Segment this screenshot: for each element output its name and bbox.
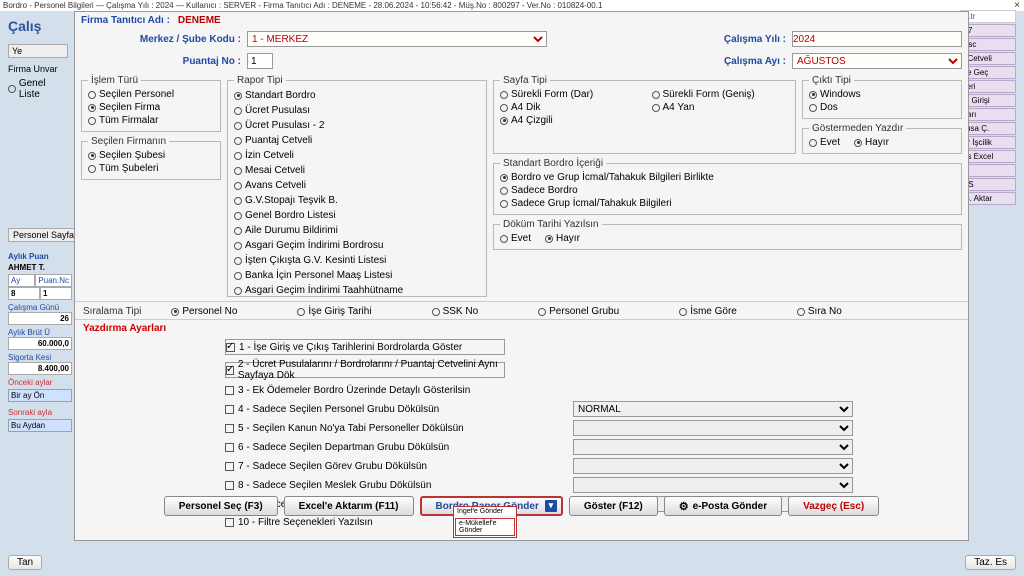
bordro-rapor-dialog: Firma Tanıtıcı Adı : DENEME Merkez / Şub… — [74, 11, 969, 541]
firma-sube-group: Seçilen Firmanın Seçilen ŞubesiTüm Şubel… — [81, 136, 221, 180]
puantaj-input[interactable] — [247, 53, 273, 69]
siralama-opt-0[interactable]: Personel No — [171, 306, 237, 317]
bg-data-panel: Aylık Puan AHMET T. AyPuan.Nc 81 Çalışma… — [8, 252, 72, 432]
yaz-check-6[interactable]: 6 - Sadece Seçilen Departman Grubu Dökül… — [225, 442, 565, 453]
sayfa-opt-3[interactable]: A4 Yan — [652, 102, 790, 113]
rapor-opt-4[interactable]: İzin Cetveli — [234, 149, 480, 162]
yaz-check-8[interactable]: 8 - Sadece Seçilen Meslek Grubu Dökülsün — [225, 480, 565, 491]
rapor-opt-9[interactable]: Aile Durumu Bildirimi — [234, 224, 480, 237]
rapor-opt-2[interactable]: Ücret Pusulası - 2 — [234, 119, 480, 132]
merkez-select[interactable]: 1 - MERKEZ — [247, 31, 547, 47]
firmasube-opt-0[interactable]: Seçilen Şubesi — [88, 150, 214, 161]
merkez-label: Merkez / Şube Kodu : — [81, 34, 241, 45]
yaz-select-6[interactable] — [573, 439, 853, 455]
rapor-opt-8[interactable]: Genel Bordro Listesi — [234, 209, 480, 222]
rapor-opt-10[interactable]: Asgari Geçim İndirimi Bordrosu — [234, 239, 480, 252]
yaz-select-7[interactable] — [573, 458, 853, 474]
rapor-opt-6[interactable]: Avans Cetveli — [234, 179, 480, 192]
islem-turu-group: İşlem Türü Seçilen PersonelSeçilen Firma… — [81, 75, 221, 132]
taz-button[interactable]: Taz. Es — [965, 555, 1016, 570]
rapor-opt-1[interactable]: Ücret Pusulası — [234, 104, 480, 117]
rapor-opt-13[interactable]: Asgari Geçim İndirimi Taahhütname — [234, 284, 480, 297]
icerik-group: Standart Bordro İçeriği Bordro ve Grup İ… — [493, 158, 962, 215]
icerik-opt-2[interactable]: Sadece Grup İcmal/Tahakuk Bilgileri — [500, 198, 955, 209]
rapor-opt-7[interactable]: G.V.Stopajı Teşvik B. — [234, 194, 480, 207]
cikti-opt-0[interactable]: Windows — [809, 89, 955, 100]
yil-input[interactable] — [792, 31, 962, 47]
rapor-opt-11[interactable]: İşten Çıkışta G.V. Kesinti Listesi — [234, 254, 480, 267]
goster-button[interactable]: Göster (F12) — [569, 496, 658, 516]
eposta-button[interactable]: e-Posta Gönder — [664, 496, 782, 516]
yaz-check-7[interactable]: 7 - Sadece Seçilen Görev Grubu Dökülsün — [225, 461, 565, 472]
gosterme-opt-0[interactable]: Evet — [809, 137, 840, 148]
rapor-opt-3[interactable]: Puantaj Cetveli — [234, 134, 480, 147]
gosterme-group: Göstermeden Yazdır EvetHayır — [802, 123, 962, 154]
personel-sec-button[interactable]: Personel Seç (F3) — [164, 496, 278, 516]
title-text: Bordro - Personel Bilgileri — Çalışma Yı… — [3, 1, 602, 10]
dokum-opt-0[interactable]: Evet — [500, 233, 531, 244]
siralama-group: Sıralama Tipi Personel Noİşe Giriş Tarih… — [75, 301, 968, 320]
yaz-check-2[interactable]: 2 - Ücret Pusulalarını / Bordrolarını / … — [225, 362, 505, 378]
rapor-opt-12[interactable]: Banka İçin Personel Maaş Listesi — [234, 269, 480, 282]
gosterme-opt-1[interactable]: Hayır — [854, 137, 889, 148]
dokum-opt-1[interactable]: Hayır — [545, 233, 580, 244]
yaz-select-4[interactable]: NORMAL — [573, 401, 853, 417]
window-titlebar: Bordro - Personel Bilgileri — Çalışma Yı… — [0, 0, 1024, 11]
button-bar: Personel Seç (F3) Excel'e Aktarım (F11) … — [75, 496, 968, 516]
firmasube-opt-1[interactable]: Tüm Şubeleri — [88, 163, 214, 174]
siralama-opt-4[interactable]: İsme Göre — [679, 306, 737, 317]
rapor-opt-0[interactable]: Standart Bordro — [234, 89, 480, 102]
bg-btn[interactable]: Ye — [8, 44, 68, 58]
tan-button[interactable]: Tan — [8, 555, 42, 570]
vazgec-button[interactable]: Vazgeç (Esc) — [788, 496, 879, 516]
bg-tab[interactable]: Personel Sayfa — [8, 230, 79, 240]
excel-aktar-button[interactable]: Excel'e Aktarım (F11) — [284, 496, 414, 516]
yil-label: Çalışma Yılı : — [724, 34, 786, 45]
sayfa-opt-2[interactable]: A4 Dik — [500, 102, 638, 113]
yaz-select-8[interactable] — [573, 477, 853, 493]
sayfa-tipi-group: Sayfa Tipi Sürekli Form (Dar)Sürekli For… — [493, 75, 796, 154]
yaz-check-3[interactable]: 3 - Ek Ödemeler Bordro Üzerinde Detaylı … — [225, 385, 565, 396]
yaz-check-4[interactable]: 4 - Sadece Seçilen Personel Grubu Döküls… — [225, 404, 565, 415]
ingef-item[interactable]: Ingef'e Gönder — [454, 507, 516, 517]
siralama-opt-1[interactable]: İşe Giriş Tarihi — [297, 306, 371, 317]
dokum-group: Döküm Tarihi Yazılsın EvetHayır — [493, 219, 962, 250]
cikti-tipi-group: Çıktı Tipi WindowsDos — [802, 75, 962, 119]
rapor-opt-5[interactable]: Mesai Cetveli — [234, 164, 480, 177]
puantaj-label: Puantaj No : — [81, 56, 241, 67]
ay-select[interactable]: AĞUSTOS — [792, 53, 962, 69]
sayfa-opt-1[interactable]: Sürekli Form (Geniş) — [652, 89, 790, 100]
islem-opt-0[interactable]: Seçilen Personel — [88, 89, 214, 100]
siralama-opt-3[interactable]: Personel Grubu — [538, 306, 619, 317]
firma-value: DENEME — [178, 15, 221, 26]
islem-opt-1[interactable]: Seçilen Firma — [88, 102, 214, 113]
yaz-select-5[interactable] — [573, 420, 853, 436]
icerik-opt-0[interactable]: Bordro ve Grup İcmal/Tahakuk Bilgileri B… — [500, 172, 955, 183]
yaz-check-1[interactable]: 1 - İşe Giriş ve Çıkış Tarihlerini Bordr… — [225, 339, 505, 355]
sayfa-opt-0[interactable]: Sürekli Form (Dar) — [500, 89, 638, 100]
icerik-opt-1[interactable]: Sadece Bordro — [500, 185, 955, 196]
firma-label: Firma Tanıtıcı Adı : — [81, 15, 170, 26]
islem-opt-2[interactable]: Tüm Firmalar — [88, 115, 214, 126]
sayfa-opt-4[interactable]: A4 Çizgili — [500, 115, 638, 126]
rapor-tipi-group: Rapor Tipi Standart BordroÜcret Pusulası… — [227, 75, 487, 297]
gonder-dropdown: Ingef'e Gönder e-Mükellef'e Gönder — [453, 506, 517, 538]
yazdirma-title: Yazdırma Ayarları — [75, 320, 968, 334]
bg-left-panel: Çalış Ye Firma Unvar Genel Liste — [8, 18, 68, 100]
cikti-opt-1[interactable]: Dos — [809, 102, 955, 113]
siralama-opt-5[interactable]: Sıra No — [797, 306, 842, 317]
ay-label: Çalışma Ayı : — [724, 56, 786, 67]
emukellef-item[interactable]: e-Mükellef'e Gönder — [455, 518, 515, 536]
yaz-check-5[interactable]: 5 - Seçilen Kanun No'ya Tabi Personeller… — [225, 423, 565, 434]
siralama-opt-2[interactable]: SSK No — [432, 306, 479, 317]
